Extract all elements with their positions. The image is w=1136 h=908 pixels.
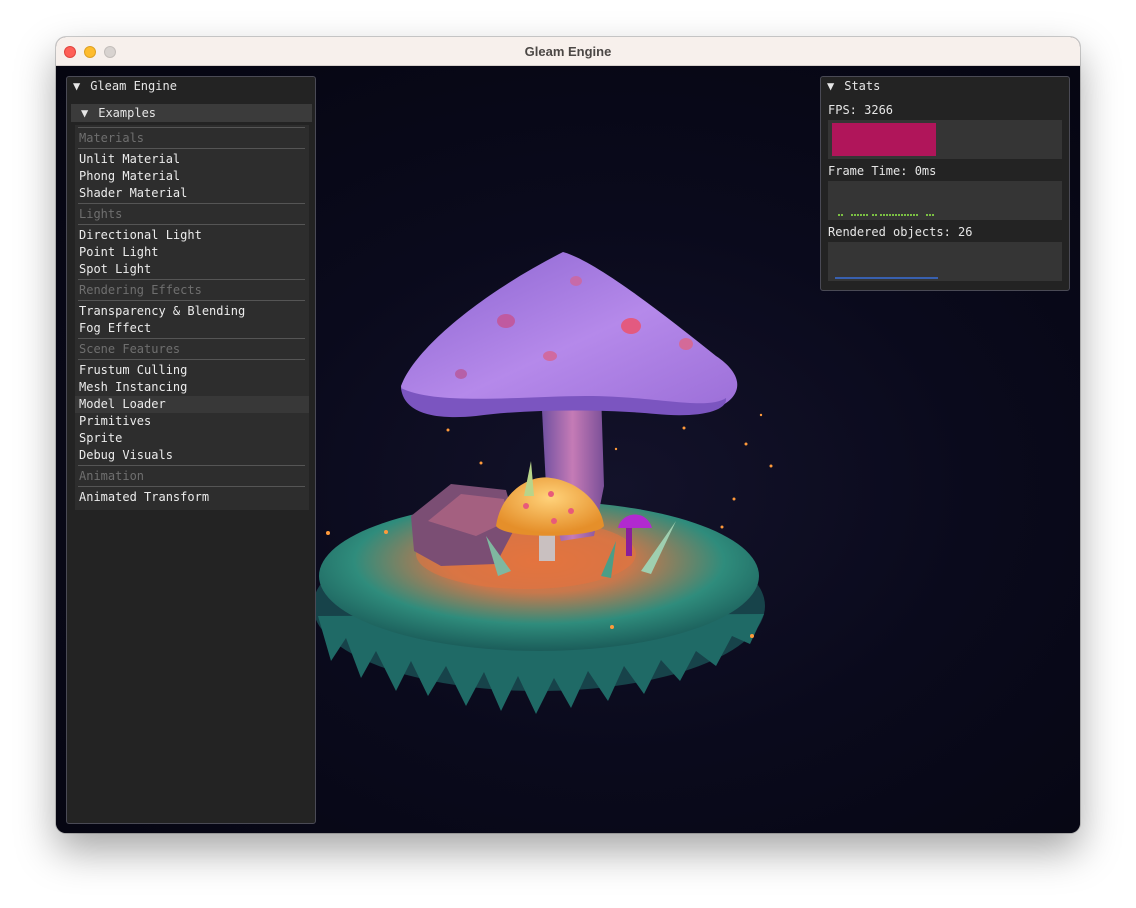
frame-time-mark [880,214,882,216]
item-animated-transform[interactable]: Animated Transform [75,489,309,506]
item-mesh-instancing[interactable]: Mesh Instancing [75,379,309,396]
stats-window-header[interactable]: ▼ Stats [821,77,1069,95]
frame-time-mark [841,214,843,216]
collapse-triangle-icon[interactable]: ▼ [827,77,837,95]
collapse-triangle-icon[interactable]: ▼ [73,77,83,95]
app-window: Gleam Engine ▼ Gleam Engine ▼ Examples M… [56,37,1080,833]
stats-window-title: Stats [844,79,881,93]
frame-time-mark [913,214,915,216]
frame-time-mark [929,214,931,216]
divider [78,279,305,280]
frame-time-mark [883,214,885,216]
frame-time-mark [910,214,912,216]
frame-time-plot [828,181,1062,220]
3d-viewport[interactable]: ▼ Gleam Engine ▼ Examples Materials Unli… [56,66,1080,833]
frame-time-mark [889,214,891,216]
frame-time-label: Frame Time: 0ms [828,164,937,178]
frame-time-mark [854,214,856,216]
item-primitives[interactable]: Primitives [75,413,309,430]
divider [78,148,305,149]
divider [78,338,305,339]
divider [78,486,305,487]
frame-time-mark [895,214,897,216]
frame-time-mark [851,214,853,216]
examples-window[interactable]: ▼ Gleam Engine ▼ Examples Materials Unli… [66,76,316,824]
category-animation: Animation [79,469,145,483]
frame-time-mark [875,214,877,216]
frame-time-mark [863,214,865,216]
item-directional-light[interactable]: Directional Light [75,227,309,244]
frame-time-mark [866,214,868,216]
leaf [524,461,534,496]
item-unlit-material[interactable]: Unlit Material [75,151,309,168]
item-transparency-blending[interactable]: Transparency & Blending [75,303,309,320]
examples-window-title: Gleam Engine [90,79,177,93]
category-lights: Lights [79,207,123,221]
frame-time-mark [901,214,903,216]
collapse-triangle-icon[interactable]: ▼ [81,104,91,122]
frame-time-mark [926,214,928,216]
rendered-objects-plot [828,242,1062,281]
frame-time-mark [932,214,934,216]
divider [78,465,305,466]
frame-time-mark [860,214,862,216]
fps-label: FPS: 3266 [828,103,894,117]
frame-time-mark [892,214,894,216]
item-fog-effect[interactable]: Fog Effect [75,320,309,337]
frame-time-mark [886,214,888,216]
category-materials: Materials [79,131,145,145]
frame-time-graph [838,214,934,216]
divider [78,300,305,301]
frame-time-mark [898,214,900,216]
divider [78,203,305,204]
stats-window[interactable]: ▼ Stats FPS: 3266 Frame Time: 0ms Render… [820,76,1070,291]
divider [78,127,305,128]
frame-time-mark [872,214,874,216]
item-frustum-culling[interactable]: Frustum Culling [75,362,309,379]
examples-collapsing-header[interactable]: ▼ Examples [71,104,312,122]
item-model-loader[interactable]: Model Loader [75,396,309,413]
fps-plot [828,120,1062,159]
category-rendering-effects: Rendering Effects [79,283,202,297]
item-point-light[interactable]: Point Light [75,244,309,261]
fps-bar [832,123,936,156]
item-sprite[interactable]: Sprite [75,430,309,447]
examples-list: Materials Unlit Material Phong Material … [75,125,309,510]
item-spot-light[interactable]: Spot Light [75,261,309,278]
examples-window-header[interactable]: ▼ Gleam Engine [67,77,315,95]
frame-time-mark [857,214,859,216]
frame-time-mark [838,214,840,216]
rendered-objects-label: Rendered objects: 26 [828,225,973,239]
divider [78,359,305,360]
item-shader-material[interactable]: Shader Material [75,185,309,202]
item-phong-material[interactable]: Phong Material [75,168,309,185]
frame-time-mark [907,214,909,216]
divider [78,224,305,225]
examples-header-label: Examples [98,106,157,120]
rendered-objects-graph [835,277,938,279]
window-title: Gleam Engine [524,44,612,59]
frame-time-mark [904,214,906,216]
title-bar: Gleam Engine [56,37,1080,66]
frame-time-mark [916,214,918,216]
category-scene-features: Scene Features [79,342,181,356]
item-debug-visuals[interactable]: Debug Visuals [75,447,309,464]
mushroom-cap [401,252,738,418]
